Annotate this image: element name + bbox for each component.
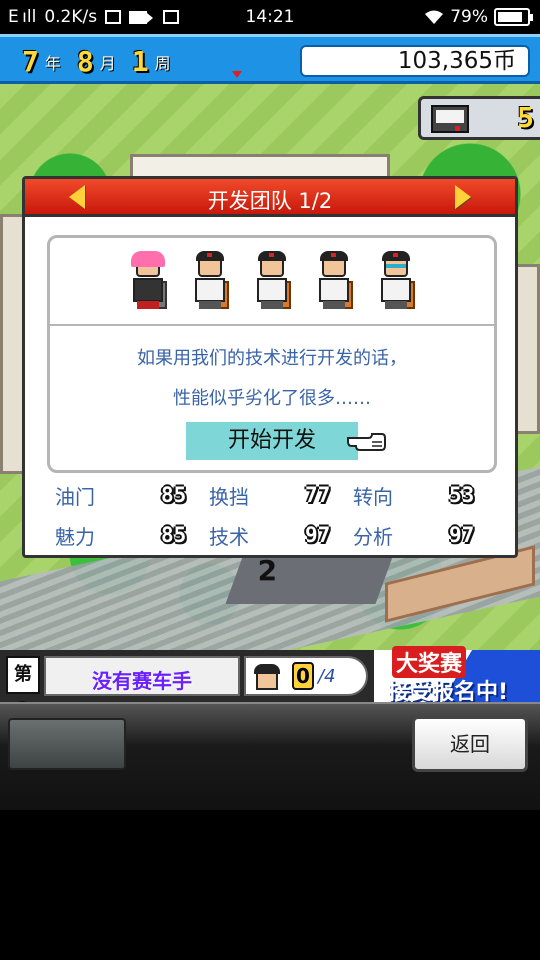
stat-value: 53 — [449, 483, 475, 507]
computer-counter[interactable]: 5 — [418, 96, 540, 140]
team-member-avatar[interactable] — [251, 251, 293, 311]
money-display: 103,365币 — [300, 45, 530, 77]
game-top-bar: 7 年 8 月 1 周 103,365币 — [0, 34, 540, 84]
date-display[interactable]: 7 年 8 月 1 周 — [22, 45, 181, 78]
drivers-now: 0 — [292, 662, 314, 690]
computer-count: 5 — [517, 101, 534, 134]
team-member-avatar[interactable] — [189, 251, 231, 311]
battery-percent: 79% — [450, 7, 488, 27]
week-unit: 周 — [154, 53, 171, 73]
team-member-avatar[interactable] — [127, 251, 169, 311]
stat-value: 97 — [305, 523, 331, 547]
stat-label: 换挡 — [209, 485, 249, 509]
driver-status-text: 没有赛车手 — [92, 669, 192, 693]
wifi-icon — [425, 10, 444, 24]
dialog-title: 开发团队 1/2 — [207, 189, 333, 213]
stat-label: 油门 — [55, 485, 95, 509]
stat-value: 85 — [161, 483, 187, 507]
stat-label: 分析 — [353, 525, 393, 549]
menu-slot-button[interactable] — [8, 718, 126, 770]
stat-label: 魅力 — [55, 525, 95, 549]
dialog-message-line2: 性能似乎劣化了很多…… — [173, 388, 371, 409]
week-number: 1 — [131, 45, 149, 78]
stat-value: 97 — [449, 523, 475, 547]
team-panel: 如果用我们的技术进行开发的话， 性能似乎劣化了很多…… 开始开发 — [47, 235, 497, 473]
drivers-max: /4 — [318, 666, 336, 687]
team-members — [50, 238, 494, 326]
team-member-avatar[interactable] — [375, 251, 417, 311]
computer-icon — [431, 105, 469, 133]
bottom-panel: 第2 没有赛车手 0 /4 大奖赛 接受报名中! 返回 — [0, 646, 540, 810]
start-development-button[interactable]: 开始开发 — [186, 422, 358, 460]
driver-status-box[interactable]: 没有赛车手 — [44, 656, 240, 696]
control-bar: 返回 — [0, 702, 540, 810]
stat-value: 85 — [161, 523, 187, 547]
dev-team-dialog: 开发团队 1/2 如果用我们的技术进行开发的话， 性能似乎劣化了很多…… 开始开… — [22, 176, 518, 558]
grand-prix-banner[interactable]: 大奖赛 接受报名中! — [374, 646, 540, 705]
year-number: 7 — [22, 45, 39, 78]
stat-value: 77 — [305, 483, 331, 507]
dialog-header: 开发团队 1/2 — [25, 179, 515, 217]
month-number: 8 — [76, 45, 94, 78]
driver-head-icon — [252, 664, 282, 692]
year-unit: 年 — [44, 53, 61, 73]
status-bar: E ıll 0.2K/s 14:21 79% — [0, 0, 540, 34]
dialog-message-line1: 如果用我们的技术进行开发的话， — [137, 348, 407, 369]
team-info-strip: 第2 没有赛车手 0 /4 大奖赛 接受报名中! — [0, 646, 540, 719]
back-button[interactable]: 返回 — [412, 716, 528, 772]
pointing-hand-icon — [347, 433, 386, 451]
next-page-arrow-icon[interactable] — [455, 185, 471, 209]
battery-icon — [494, 8, 533, 26]
dropdown-caret-icon[interactable] — [232, 71, 242, 78]
driver-count-box[interactable]: 0 /4 — [244, 656, 368, 696]
stat-label: 技术 — [209, 525, 249, 549]
rank-badge: 第2 — [6, 656, 40, 719]
month-unit: 月 — [99, 53, 116, 73]
stat-label: 转向 — [353, 485, 393, 509]
team-member-avatar[interactable] — [313, 251, 355, 311]
